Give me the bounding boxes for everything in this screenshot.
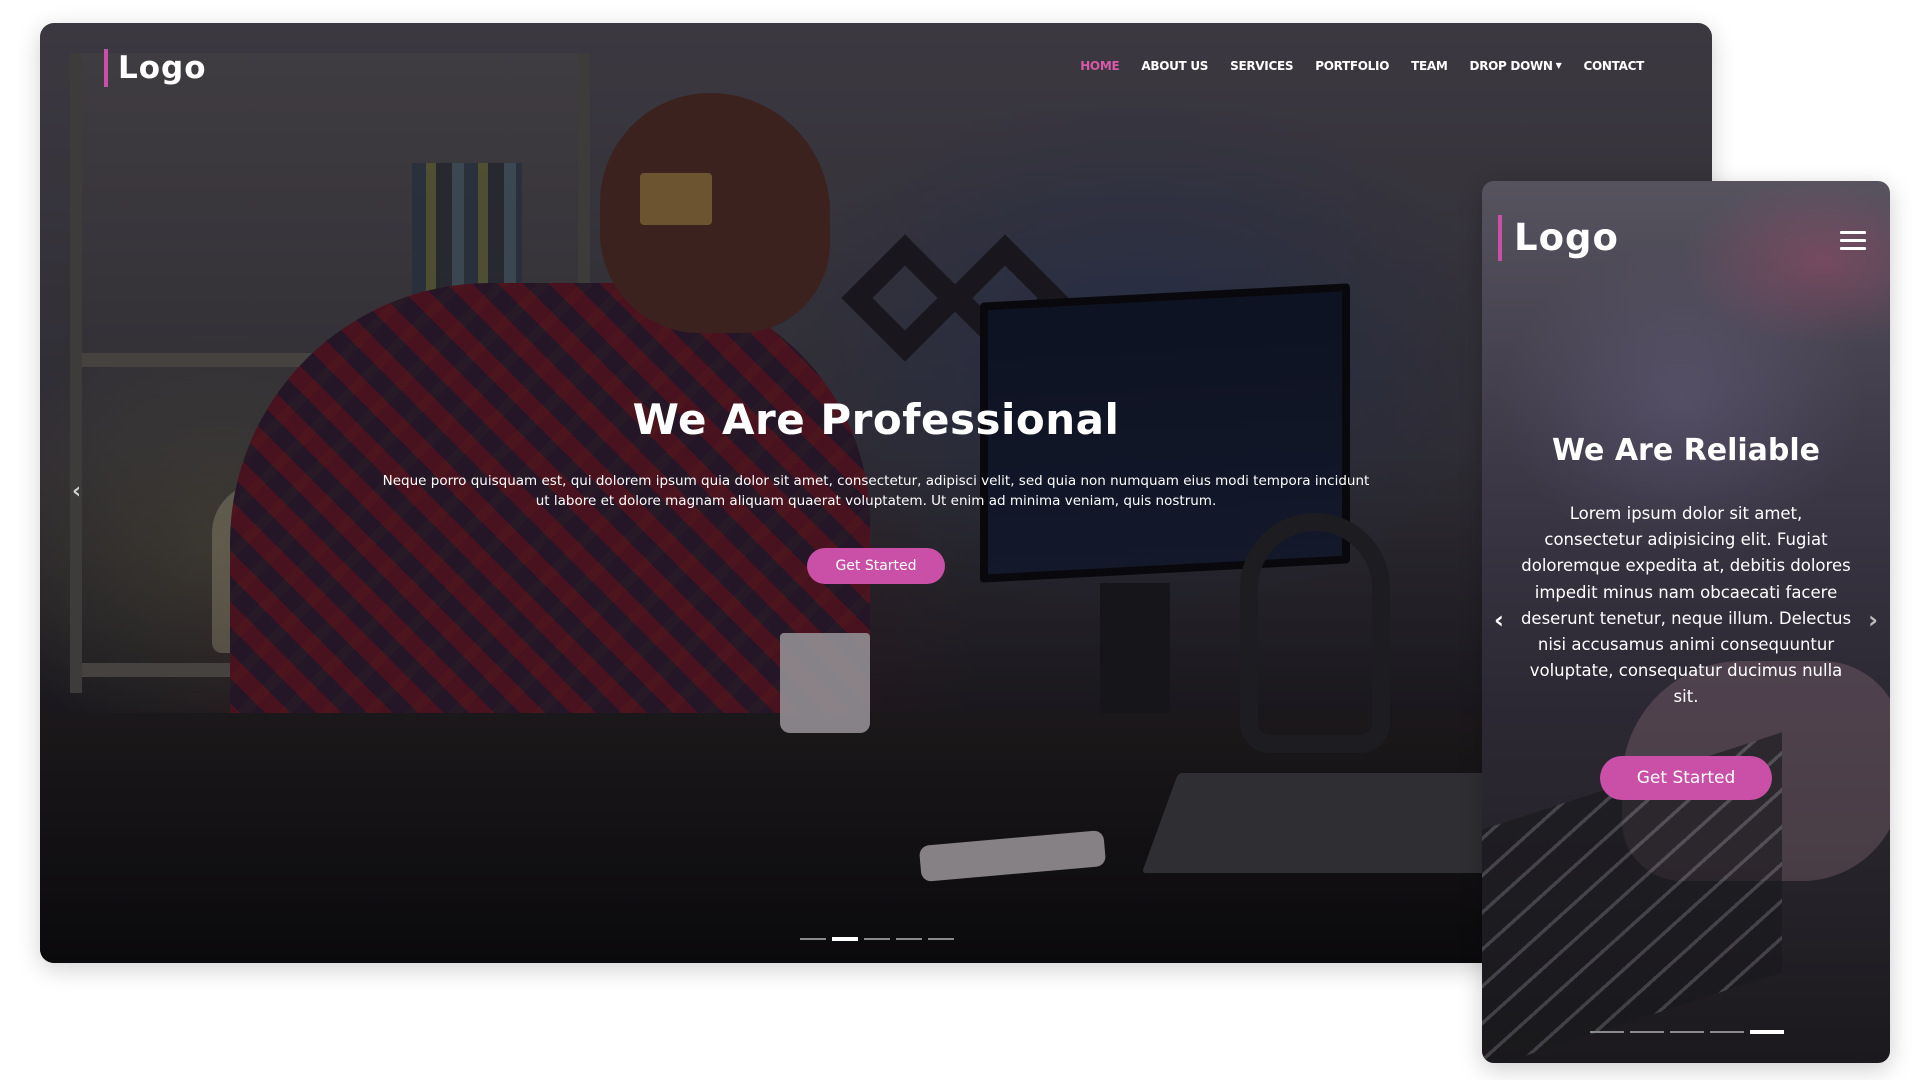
background-wall-logo: [841, 234, 969, 362]
nav-item-portfolio[interactable]: PORTFOLIO: [1315, 59, 1389, 73]
mobile-site-logo[interactable]: Logo: [1498, 215, 1619, 261]
chevron-left-icon[interactable]: ‹: [1494, 606, 1504, 634]
mobile-hero-title: We Are Reliable: [1552, 433, 1820, 468]
background-wall-logo: [941, 234, 1069, 362]
background-person-head: [600, 93, 830, 333]
site-logo[interactable]: Logo: [104, 49, 207, 87]
caret-down-icon: ▼: [1555, 61, 1562, 70]
carousel-indicator-4[interactable]: [1710, 1031, 1744, 1033]
mobile-carousel-indicators: [1590, 1030, 1784, 1034]
carousel-indicator-1[interactable]: [800, 938, 826, 940]
hamburger-menu-icon[interactable]: [1840, 231, 1866, 251]
mobile-get-started-button[interactable]: Get Started: [1600, 756, 1772, 800]
nav-item-about-us[interactable]: ABOUT US: [1141, 59, 1208, 73]
chevron-right-icon[interactable]: ›: [1868, 606, 1878, 634]
background-bookshelf: [70, 53, 590, 693]
main-nav: HOME ABOUT US SERVICES PORTFOLIO TEAM DR…: [1080, 59, 1644, 73]
carousel-indicator-1[interactable]: [1590, 1031, 1624, 1033]
nav-item-drop-down-label: DROP DOWN: [1469, 59, 1553, 73]
carousel-indicator-2[interactable]: [1630, 1031, 1664, 1033]
background-desk: [40, 713, 1712, 963]
nav-item-team[interactable]: TEAM: [1411, 59, 1448, 73]
background-phone: [918, 830, 1107, 882]
carousel-indicator-3[interactable]: [864, 938, 890, 940]
background-monitor-stand: [1100, 583, 1170, 713]
hero-description: Neque porro quisquam est, qui dolorem ip…: [382, 473, 1370, 509]
mobile-preview: Logo We Are Reliable Lorem ipsum dolor s…: [1482, 181, 1890, 1063]
desktop-preview: Logo HOME ABOUT US SERVICES PORTFOLIO TE…: [40, 23, 1712, 963]
background-mug: [780, 633, 870, 733]
get-started-button[interactable]: Get Started: [807, 548, 945, 584]
chevron-left-icon[interactable]: ‹: [72, 479, 81, 504]
nav-item-home[interactable]: HOME: [1080, 59, 1119, 73]
nav-item-services[interactable]: SERVICES: [1230, 59, 1293, 73]
carousel-indicator-3[interactable]: [1670, 1031, 1704, 1033]
nav-item-contact[interactable]: CONTACT: [1584, 59, 1645, 73]
background-headphones: [1240, 513, 1390, 753]
mobile-hero-description: Lorem ipsum dolor sit amet, consectetur …: [1520, 504, 1852, 707]
background-person: [230, 283, 870, 963]
background-cap-patch: [640, 173, 712, 225]
nav-item-drop-down[interactable]: DROP DOWN ▼: [1470, 59, 1562, 73]
carousel-indicators: [800, 937, 954, 941]
carousel-indicator-4[interactable]: [896, 938, 922, 940]
hero-title: We Are Professional: [632, 395, 1120, 444]
carousel-indicator-2[interactable]: [832, 937, 858, 941]
carousel-indicator-5[interactable]: [928, 938, 954, 940]
carousel-indicator-5[interactable]: [1750, 1030, 1784, 1034]
